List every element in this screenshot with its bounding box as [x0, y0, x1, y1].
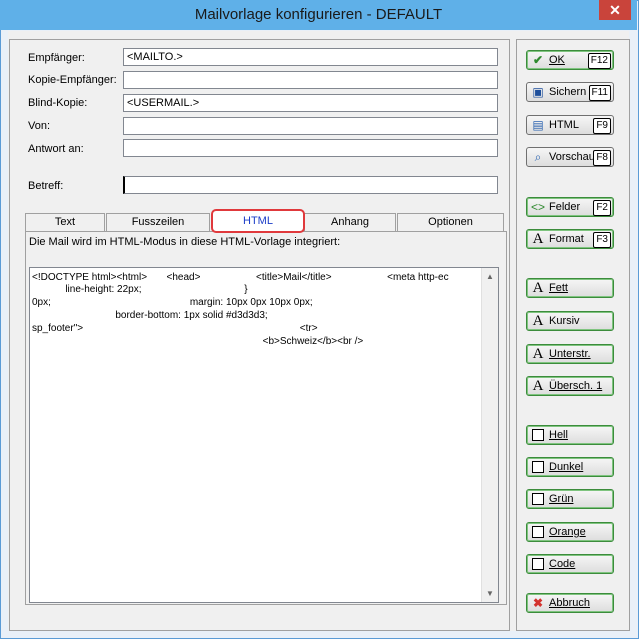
close-button[interactable]: ✕	[599, 0, 631, 20]
magnifier-icon: ⌕	[534, 150, 542, 164]
tab-fusszeilen[interactable]: Fusszeilen	[106, 213, 210, 231]
font-icon: A	[532, 313, 544, 329]
code-label: Code	[549, 558, 576, 570]
uebersch-label: Übersch. 1	[549, 380, 603, 392]
kursiv-label: Kursiv	[549, 315, 580, 327]
page-icon: ▤	[532, 118, 544, 132]
vertical-scrollbar[interactable]: ▲ ▼	[481, 268, 498, 602]
vorschau-button[interactable]: ⌕ Vorschau F8	[526, 147, 614, 167]
check-icon: ✔	[532, 53, 544, 67]
html-label: HTML	[549, 119, 579, 131]
fett-button[interactable]: A Fett	[526, 278, 614, 298]
checkbox-icon	[531, 525, 545, 539]
ok-button[interactable]: ✔ OK F12	[526, 50, 614, 70]
font-icon: A	[532, 378, 544, 394]
abbruch-button[interactable]: ✖ Abbruch	[526, 593, 614, 613]
hell-label: Hell	[549, 429, 568, 441]
code-line: <!DOCTYPE html><html> <head> <title>Mail…	[32, 272, 449, 283]
code-line: 0px; margin: 10px 0px 10px 0px;	[32, 297, 313, 308]
kopie-label: Kopie-Empfänger:	[28, 74, 117, 86]
sichern-label: Sichern	[549, 86, 587, 98]
orange-label: Orange	[549, 526, 586, 538]
kopie-field[interactable]	[123, 71, 498, 89]
code-line: <b>Schweiz</b><br />	[32, 336, 364, 347]
empfaenger-label: Empfänger:	[28, 52, 85, 64]
x-icon: ✖	[532, 596, 544, 610]
tab-html[interactable]: HTML	[211, 209, 305, 233]
blind-label: Blind-Kopie:	[28, 97, 88, 109]
tab-optionen[interactable]: Optionen	[397, 213, 504, 231]
orange-button[interactable]: Orange	[526, 522, 614, 542]
code-button[interactable]: Code	[526, 554, 614, 574]
von-label: Von:	[28, 120, 51, 132]
unterstr-button[interactable]: A Unterstr.	[526, 344, 614, 364]
fields-icon: <>	[531, 200, 546, 214]
gruen-label: Grün	[549, 493, 574, 505]
felder-button[interactable]: <> Felder F2	[526, 197, 614, 217]
betreff-label: Betreff:	[28, 180, 64, 192]
antwort-label: Antwort an:	[28, 143, 84, 155]
von-field[interactable]	[123, 117, 498, 135]
felder-label: Felder	[549, 201, 581, 213]
window-title: Mailvorlage konfigurieren - DEFAULT	[194, 6, 443, 23]
fett-label: Fett	[549, 282, 568, 294]
font-icon: A	[532, 280, 544, 296]
tab-info-text: Die Mail wird im HTML-Modus in diese HTM…	[29, 236, 341, 248]
format-shortcut: F3	[593, 232, 611, 248]
sichern-shortcut: F11	[588, 85, 611, 101]
gruen-button[interactable]: Grün	[526, 489, 614, 509]
vorschau-label: Vorschau	[549, 151, 595, 163]
font-icon: A	[532, 346, 544, 362]
format-button[interactable]: A Format F3	[526, 229, 614, 249]
tab-text[interactable]: Text	[25, 213, 105, 231]
sichern-button[interactable]: ▣ Sichern F11	[526, 82, 614, 102]
code-line: sp_footer"> <tr>	[32, 323, 318, 334]
scroll-down-icon[interactable]: ▼	[486, 589, 494, 598]
dunkel-button[interactable]: Dunkel	[526, 457, 614, 477]
format-label: Format	[549, 233, 584, 245]
betreff-field[interactable]	[123, 176, 498, 194]
unterstr-label: Unterstr.	[549, 348, 591, 360]
hell-button[interactable]: Hell	[526, 425, 614, 445]
antwort-field[interactable]	[123, 139, 498, 157]
code-line: border-bottom: 1px solid #d3d3d3;	[32, 310, 268, 321]
abbruch-label: Abbruch	[549, 597, 590, 609]
checkbox-icon	[531, 428, 545, 442]
scroll-up-icon[interactable]: ▲	[486, 272, 494, 281]
dunkel-label: Dunkel	[549, 461, 584, 473]
html-shortcut: F9	[593, 118, 611, 134]
checkbox-icon	[531, 492, 545, 506]
ok-shortcut: F12	[587, 53, 611, 69]
title-bar: Mailvorlage konfigurieren - DEFAULT ✕	[0, 0, 637, 30]
checkbox-icon	[531, 460, 545, 474]
checkbox-icon	[531, 557, 545, 571]
blind-field[interactable]: <USERMAIL.>	[123, 94, 498, 112]
code-line: line-height: 22px; }	[32, 284, 248, 295]
html-editor[interactable]: <!DOCTYPE html><html> <head> <title>Mail…	[29, 267, 499, 603]
font-icon: A	[532, 231, 544, 247]
html-button[interactable]: ▤ HTML F9	[526, 115, 614, 135]
vorschau-shortcut: F8	[593, 150, 611, 166]
tab-anhang[interactable]: Anhang	[304, 213, 396, 231]
ok-label: OK	[549, 54, 565, 66]
save-icon: ▣	[532, 85, 544, 99]
uebersch-button[interactable]: A Übersch. 1	[526, 376, 614, 396]
empfaenger-field[interactable]: <MAILTO.>	[123, 48, 498, 66]
kursiv-button[interactable]: A Kursiv	[526, 311, 614, 331]
felder-shortcut: F2	[593, 200, 611, 216]
